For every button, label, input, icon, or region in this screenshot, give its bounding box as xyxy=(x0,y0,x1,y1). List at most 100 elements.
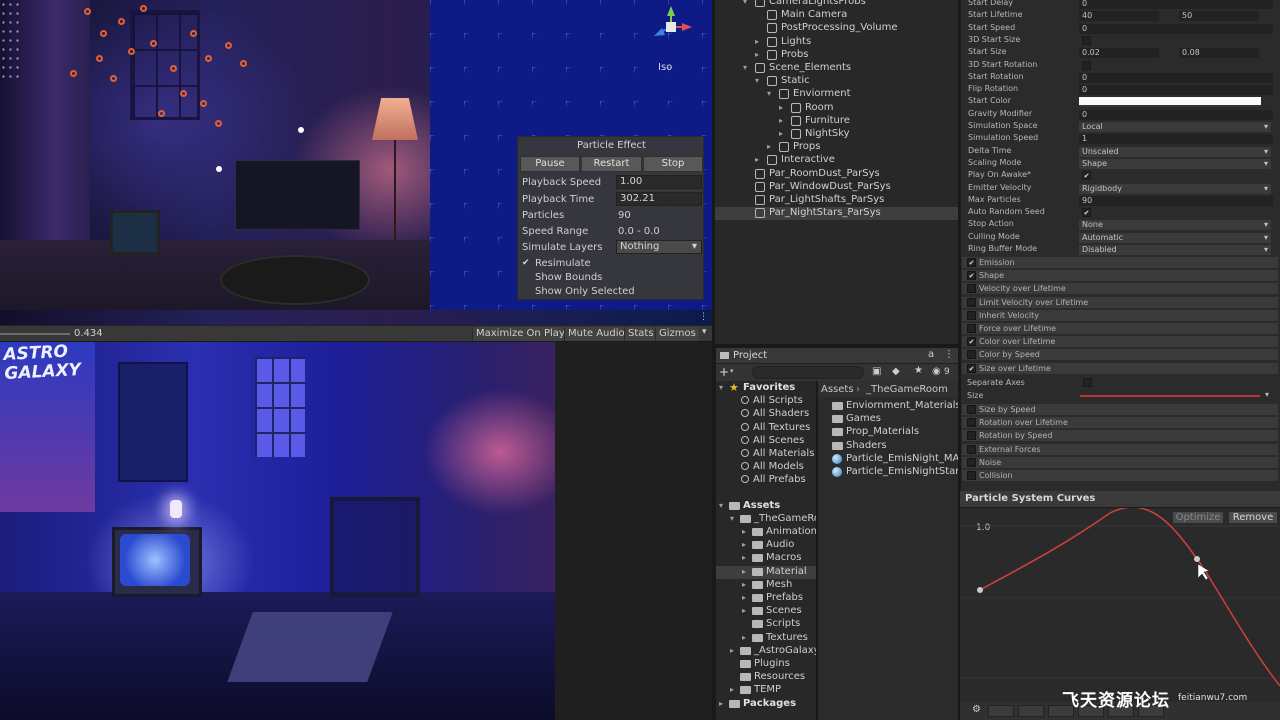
favorite-item[interactable]: All Models xyxy=(716,461,816,474)
folder-tree-item[interactable]: ▸ Animations xyxy=(716,526,816,539)
folder-tree-item[interactable]: ▸ Audio xyxy=(716,539,816,552)
asset-item[interactable]: Enviornment_Materials xyxy=(818,400,958,413)
hierarchy-item[interactable]: Par_RoomDust_ParSys xyxy=(715,168,958,181)
gizmos-button[interactable]: Gizmos xyxy=(655,327,699,341)
project-tab[interactable]: Project xyxy=(733,350,767,361)
inspector-dropdown[interactable]: Local ▾ xyxy=(1079,122,1271,132)
inspector-checkbox[interactable] xyxy=(1082,60,1091,70)
inspector-checkbox[interactable]: ✔ xyxy=(1082,171,1091,181)
folder-tree-item[interactable]: ▸ Material xyxy=(716,565,816,579)
inspector-field[interactable]: 90 xyxy=(1079,195,1273,206)
module-header[interactable]: Velocity over Lifetime xyxy=(962,283,1278,296)
module-checkbox[interactable] xyxy=(967,471,976,480)
hierarchy-item[interactable]: ▸ NightSky xyxy=(715,128,958,141)
chevron-down-icon[interactable]: ▾ xyxy=(1265,390,1269,399)
hierarchy-item[interactable]: Par_WindowDust_ParSys xyxy=(715,181,958,194)
scene-view[interactable]: Iso Particle Effect Pause Restart Stop P… xyxy=(0,0,712,325)
assets-header[interactable]: ▾ Assets xyxy=(716,500,816,513)
favorite-item[interactable]: All Scenes xyxy=(716,435,816,448)
maximize-on-play-button[interactable]: Maximize On Play xyxy=(472,327,568,341)
favorite-item[interactable]: All Shaders xyxy=(716,408,816,421)
folder-tree-item[interactable]: ▸ Mesh xyxy=(716,579,816,592)
inspector-dropdown[interactable]: Shape ▾ xyxy=(1079,158,1271,169)
module-checkbox[interactable] xyxy=(967,444,976,454)
expand-arrow-icon[interactable]: ▾ xyxy=(767,89,771,98)
hierarchy-item[interactable]: ▾ Static xyxy=(715,75,958,88)
hierarchy-item[interactable]: ▸ Lights xyxy=(715,36,958,49)
favorite-item[interactable]: All Prefabs xyxy=(716,474,816,487)
module-checkbox[interactable]: ✔ xyxy=(967,258,976,267)
stats-button[interactable]: Stats xyxy=(624,327,657,341)
module-header[interactable]: Color by Speed xyxy=(962,349,1278,362)
curve-graph[interactable] xyxy=(960,508,1280,702)
inspector-field-min[interactable]: 40 xyxy=(1079,11,1159,22)
module-header[interactable]: ✔ Size over Lifetime xyxy=(962,362,1278,375)
show-bounds-row[interactable]: Show Bounds xyxy=(522,270,702,285)
inspector-dropdown[interactable]: Rigidbody ▾ xyxy=(1079,183,1271,194)
module-checkbox[interactable] xyxy=(967,431,976,441)
hierarchy-item[interactable]: ▸ Props xyxy=(715,141,958,154)
inspector-field[interactable]: 0 xyxy=(1079,72,1273,83)
packages-header[interactable]: ▸ Packages xyxy=(716,698,816,711)
more-options-icon[interactable]: ⋮ xyxy=(944,349,954,360)
module-header[interactable]: ✔ Shape xyxy=(962,270,1278,283)
inspector-dropdown[interactable]: None ▾ xyxy=(1079,220,1271,231)
chevron-down-icon[interactable]: ▾ xyxy=(730,367,734,375)
module-header[interactable]: Inherit Velocity xyxy=(962,309,1278,322)
mute-audio-button[interactable]: Mute Audio xyxy=(564,327,628,341)
module-checkbox[interactable]: ✔ xyxy=(967,271,976,281)
size-curve-preview[interactable] xyxy=(1080,395,1260,397)
playback-speed-field[interactable]: 1.00 xyxy=(616,175,702,189)
hierarchy-item[interactable]: ▾ CameraLightsProbs xyxy=(715,0,958,9)
curves-editor[interactable]: Optimize Remove 1.0 xyxy=(960,507,1280,702)
module-checkbox[interactable] xyxy=(967,284,976,294)
collapse-arrow-icon[interactable]: ▸ xyxy=(742,553,746,562)
breadcrumb-assets[interactable]: Assets xyxy=(821,384,854,395)
curve-preset[interactable] xyxy=(1018,705,1044,717)
game-view[interactable]: ASTRO GALAXY xyxy=(0,342,555,720)
asset-item[interactable]: Games xyxy=(818,413,958,426)
folder-tree-item[interactable]: Scripts xyxy=(716,618,816,631)
chevron-down-icon[interactable]: ▾ xyxy=(702,327,707,337)
module-checkbox[interactable] xyxy=(967,457,976,467)
lock-icon[interactable]: a xyxy=(928,349,934,360)
hierarchy-item[interactable]: PostProcessing_Volume xyxy=(715,22,958,35)
module-header[interactable]: Rotation by Speed xyxy=(962,430,1278,443)
collapse-arrow-icon[interactable]: ▸ xyxy=(742,540,746,549)
folder-tree-item[interactable]: ▸ Macros xyxy=(716,552,816,565)
module-header[interactable]: ✔ Emission xyxy=(962,257,1278,269)
restart-button[interactable]: Restart xyxy=(581,156,642,172)
module-header[interactable]: Collision xyxy=(962,470,1278,482)
inspector-field[interactable]: 0 xyxy=(1079,85,1273,96)
asset-item[interactable]: Particle_EmisNightStars_ xyxy=(818,466,958,479)
hierarchy-item[interactable]: ▸ Furniture xyxy=(715,115,958,128)
expand-arrow-icon[interactable]: ▾ xyxy=(743,0,747,6)
collapse-arrow-icon[interactable]: ▸ xyxy=(779,129,783,138)
inspector-dropdown[interactable]: Disabled ▾ xyxy=(1079,245,1271,255)
collapse-arrow-icon[interactable]: ▸ xyxy=(755,37,759,46)
module-checkbox[interactable] xyxy=(967,324,976,333)
visibility-icon[interactable]: ◉ xyxy=(932,366,941,377)
orientation-gizmo[interactable] xyxy=(648,4,694,50)
breadcrumb-folder[interactable]: _TheGameRoom xyxy=(866,384,948,395)
module-header[interactable]: External Forces xyxy=(962,443,1278,456)
project-search-input[interactable] xyxy=(752,366,864,379)
folder-tree-item[interactable]: Resources xyxy=(716,671,816,684)
module-header[interactable]: Limit Velocity over Lifetime xyxy=(962,296,1278,309)
hierarchy-item[interactable]: Par_NightStars_ParSys xyxy=(715,207,958,221)
asset-item[interactable]: Prop_Materials xyxy=(818,426,958,439)
module-header[interactable]: Force over Lifetime xyxy=(962,323,1278,335)
timeline-slider[interactable] xyxy=(0,333,70,335)
collapse-arrow-icon[interactable]: ▸ xyxy=(779,103,783,112)
collapse-arrow-icon[interactable]: ▸ xyxy=(779,116,783,125)
inspector-field-min[interactable]: 0.02 xyxy=(1079,48,1159,59)
color-swatch[interactable] xyxy=(1079,97,1261,108)
inspector-dropdown[interactable]: Automatic ▾ xyxy=(1079,232,1271,243)
module-header[interactable]: ✔ Color over Lifetime xyxy=(962,336,1278,349)
folder-tree-item[interactable]: Plugins xyxy=(716,658,816,671)
inspector-field[interactable]: 1 xyxy=(1079,134,1273,145)
asset-item[interactable]: Particle_EmisNight_MAT xyxy=(818,453,958,466)
collapse-arrow-icon[interactable]: ▸ xyxy=(742,633,746,642)
folder-tree-item[interactable]: ▸ TEMP xyxy=(716,684,816,697)
expand-arrow-icon[interactable]: ▾ xyxy=(755,76,759,85)
